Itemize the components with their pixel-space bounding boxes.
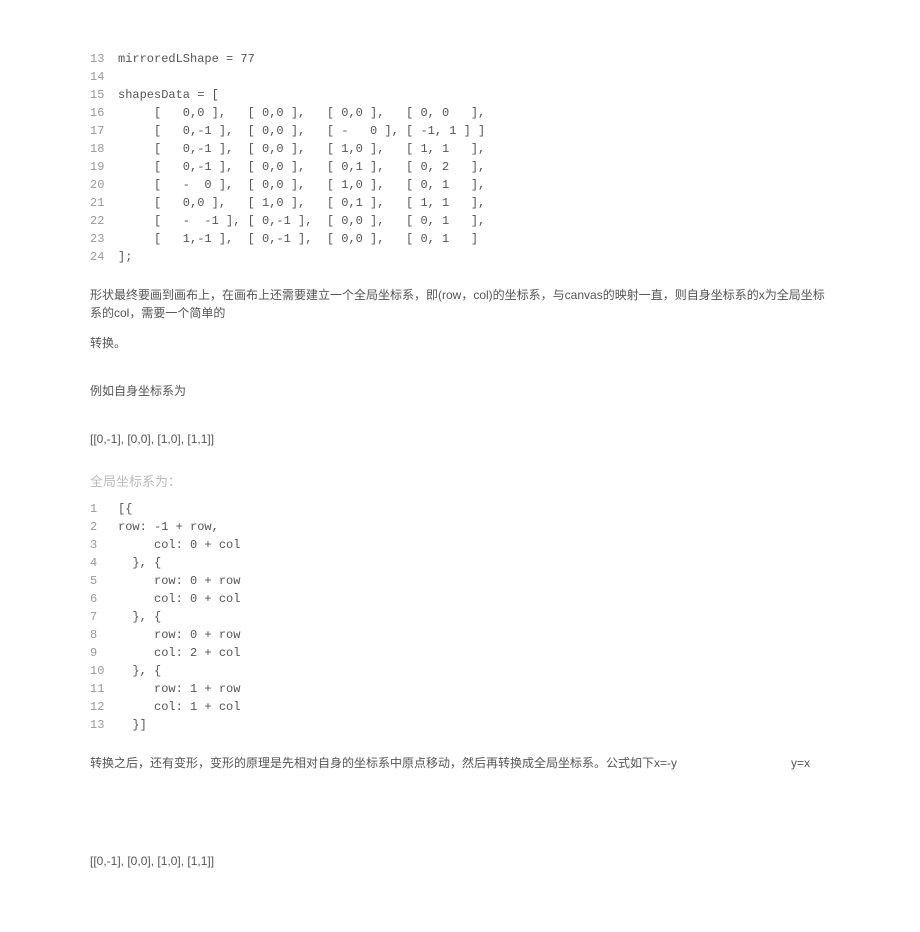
line-number: 16 [90,104,118,122]
code-line: 16 [ 0,0 ], [ 0,0 ], [ 0,0 ], [ 0, 0 ], [90,104,830,122]
code-text: row: 0 + row [118,626,240,644]
paragraph-1: 形状最终要画到画布上，在画布上还需要建立一个全局坐标系，即(row，col)的坐… [90,286,830,322]
code-line: 6 col: 0 + col [90,590,830,608]
paragraph-3: 例如自身坐标系为 [90,382,830,400]
code-text: ]; [118,248,132,266]
code-text: [ 0,-1 ], [ 0,0 ], [ 0,1 ], [ 0, 2 ], [118,158,485,176]
code-text: row: 1 + row [118,680,240,698]
code-line: 13 }] [90,716,830,734]
code-line: 14 [90,68,830,86]
line-number: 21 [90,194,118,212]
code-text: }, { [118,554,161,572]
code-line: 21 [ 0,0 ], [ 1,0 ], [ 0,1 ], [ 1, 1 ], [90,194,830,212]
code-text: col: 1 + col [118,698,240,716]
code-text: [ 0,0 ], [ 0,0 ], [ 0,0 ], [ 0, 0 ], [118,104,485,122]
line-number: 1 [90,500,118,518]
code-text: [ - -1 ], [ 0,-1 ], [ 0,0 ], [ 0, 1 ], [118,212,485,230]
code-text: row: -1 + row, [118,518,219,536]
code-line: 24]; [90,248,830,266]
code-text: }] [118,716,147,734]
code-line: 4 }, { [90,554,830,572]
line-number: 9 [90,644,118,662]
code-line: 17 [ 0,-1 ], [ 0,0 ], [ - 0 ], [ -1, 1 ]… [90,122,830,140]
line-number: 18 [90,140,118,158]
line-number: 24 [90,248,118,266]
coords-example-1: [[0,-1], [0,0], [1,0], [1,1]] [90,430,830,448]
line-number: 14 [90,68,118,86]
line-number: 2 [90,518,118,536]
code-line: 22 [ - -1 ], [ 0,-1 ], [ 0,0 ], [ 0, 1 ]… [90,212,830,230]
code-line: 19 [ 0,-1 ], [ 0,0 ], [ 0,1 ], [ 0, 2 ], [90,158,830,176]
heading-global-coords: 全局坐标系为： [90,472,830,492]
code-text: }, { [118,662,161,680]
line-number: 4 [90,554,118,572]
code-text: row: 0 + row [118,572,240,590]
code-line: 1[{ [90,500,830,518]
code-text: shapesData = [ [118,86,219,104]
paragraph-4a: 转换之后，还有变形，变形的原理是先相对自身的坐标系中原点移动，然后再转换成全局坐… [90,754,677,772]
code-line: 10 }, { [90,662,830,680]
code-text: [ 1,-1 ], [ 0,-1 ], [ 0,0 ], [ 0, 1 ] [118,230,478,248]
code-text: [ - 0 ], [ 0,0 ], [ 1,0 ], [ 0, 1 ], [118,176,485,194]
code-line: 5 row: 0 + row [90,572,830,590]
code-line: 7 }, { [90,608,830,626]
line-number: 7 [90,608,118,626]
line-number: 10 [90,662,118,680]
code-line: 12 col: 1 + col [90,698,830,716]
line-number: 22 [90,212,118,230]
line-number: 20 [90,176,118,194]
code-line: 18 [ 0,-1 ], [ 0,0 ], [ 1,0 ], [ 1, 1 ], [90,140,830,158]
code-block-1: 13mirroredLShape = 771415shapesData = [1… [90,50,830,266]
code-text: [ 0,-1 ], [ 0,0 ], [ 1,0 ], [ 1, 1 ], [118,140,485,158]
code-text: [ 0,0 ], [ 1,0 ], [ 0,1 ], [ 1, 1 ], [118,194,485,212]
line-number: 8 [90,626,118,644]
code-text: [{ [118,500,132,518]
code-line: 20 [ - 0 ], [ 0,0 ], [ 1,0 ], [ 0, 1 ], [90,176,830,194]
paragraph-2: 转换。 [90,334,830,352]
code-text: }, { [118,608,161,626]
paragraph-4b: y=x [791,754,810,772]
line-number: 15 [90,86,118,104]
paragraph-4: 转换之后，还有变形，变形的原理是先相对自身的坐标系中原点移动，然后再转换成全局坐… [90,754,810,772]
code-line: 23 [ 1,-1 ], [ 0,-1 ], [ 0,0 ], [ 0, 1 ] [90,230,830,248]
line-number: 3 [90,536,118,554]
line-number: 17 [90,122,118,140]
code-line: 15shapesData = [ [90,86,830,104]
line-number: 19 [90,158,118,176]
line-number: 13 [90,716,118,734]
code-line: 8 row: 0 + row [90,626,830,644]
code-text: [ 0,-1 ], [ 0,0 ], [ - 0 ], [ -1, 1 ] ] [118,122,485,140]
code-text: col: 0 + col [118,590,240,608]
line-number: 12 [90,698,118,716]
code-line: 11 row: 1 + row [90,680,830,698]
code-line: 2row: -1 + row, [90,518,830,536]
code-text: col: 2 + col [118,644,240,662]
code-line: 13mirroredLShape = 77 [90,50,830,68]
line-number: 11 [90,680,118,698]
code-line: 9 col: 2 + col [90,644,830,662]
line-number: 5 [90,572,118,590]
line-number: 23 [90,230,118,248]
code-text: col: 0 + col [118,536,240,554]
coords-example-2: [[0,-1], [0,0], [1,0], [1,1]] [90,852,830,870]
line-number: 6 [90,590,118,608]
code-block-2: 1[{2row: -1 + row,3 col: 0 + col4 }, {5 … [90,500,830,734]
line-number: 13 [90,50,118,68]
code-text: mirroredLShape = 77 [118,50,255,68]
code-line: 3 col: 0 + col [90,536,830,554]
